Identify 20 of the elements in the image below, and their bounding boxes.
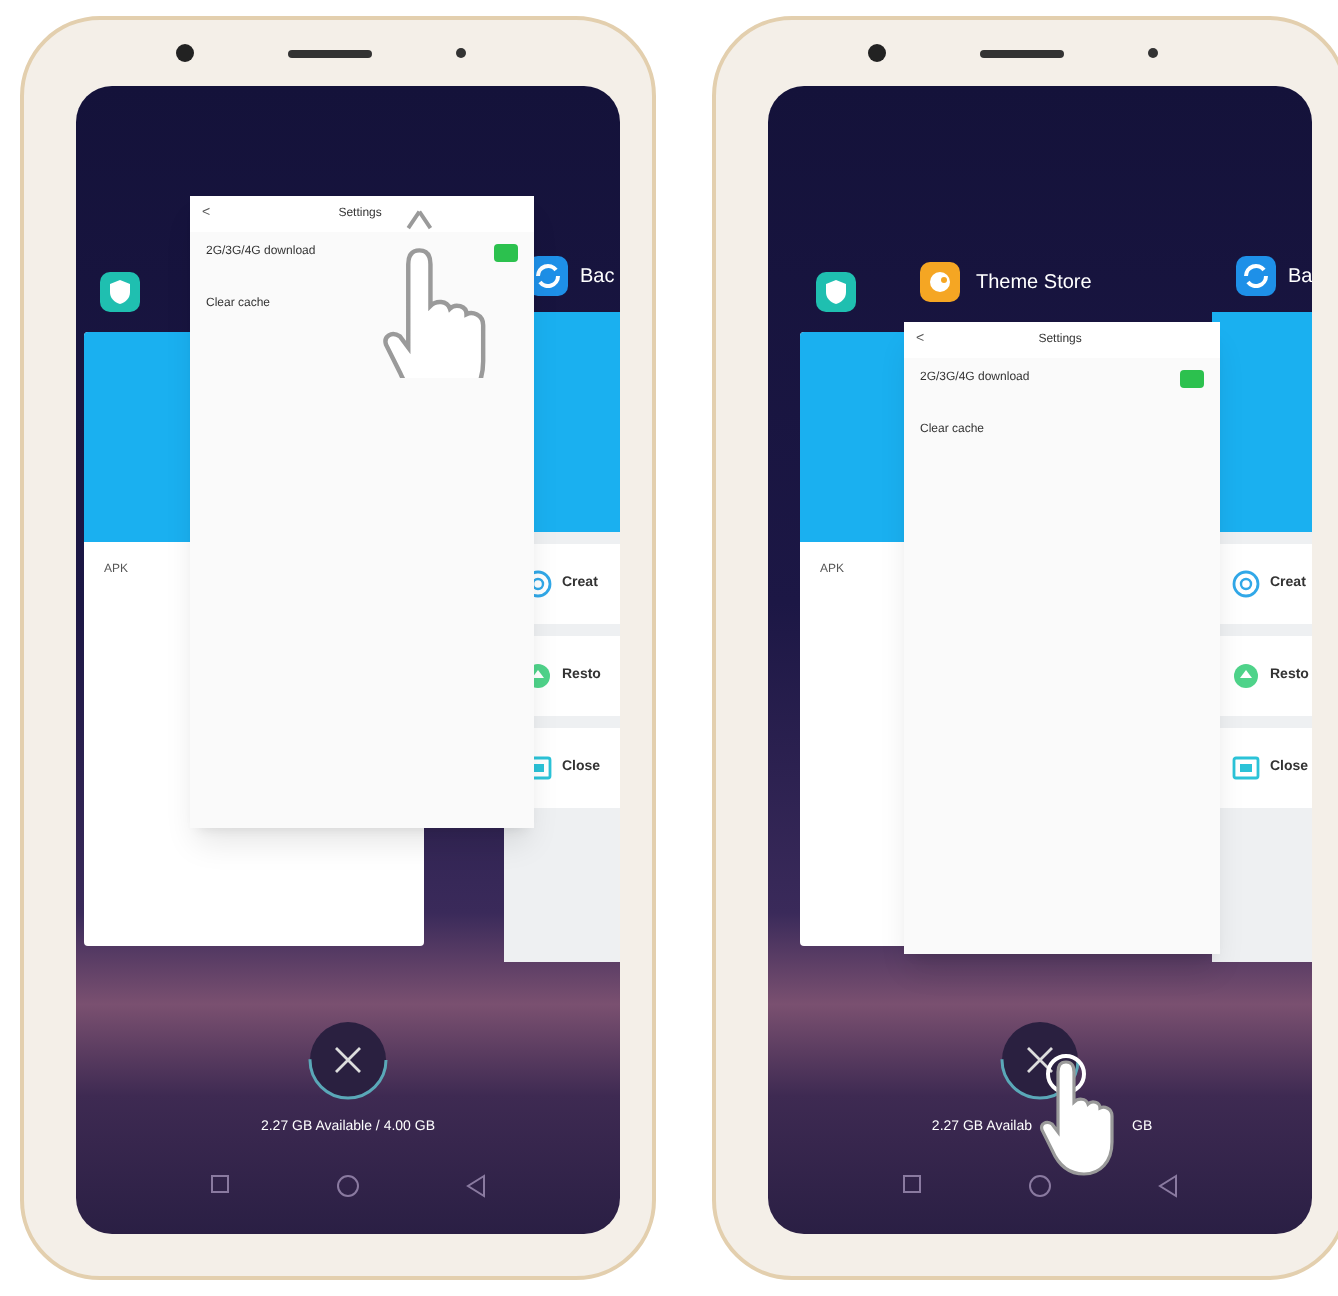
- home-icon[interactable]: [1027, 1174, 1052, 1198]
- back-icon[interactable]: [1158, 1174, 1179, 1198]
- app-label: Bac: [580, 263, 615, 291]
- recents-icon[interactable]: [901, 1174, 922, 1194]
- app-label: Theme Store: [976, 269, 1092, 297]
- restore-icon: [1232, 662, 1260, 690]
- screen-icon: [1232, 754, 1260, 782]
- toggle-switch[interactable]: [494, 244, 518, 262]
- sync-icon[interactable]: [1236, 256, 1276, 296]
- shield-icon[interactable]: [816, 272, 856, 312]
- recents-icon[interactable]: [209, 1174, 230, 1194]
- app-label: Ba: [1288, 263, 1312, 291]
- speaker-grille: [980, 50, 1064, 58]
- home-icon[interactable]: [335, 1174, 360, 1198]
- toggle-switch[interactable]: [1180, 370, 1204, 388]
- shield-icon[interactable]: [100, 272, 140, 312]
- clear-all-button[interactable]: [306, 1018, 390, 1102]
- hand-drawing: [1038, 1054, 1118, 1178]
- speaker-grille: [288, 50, 372, 58]
- back-icon[interactable]: [466, 1174, 487, 1198]
